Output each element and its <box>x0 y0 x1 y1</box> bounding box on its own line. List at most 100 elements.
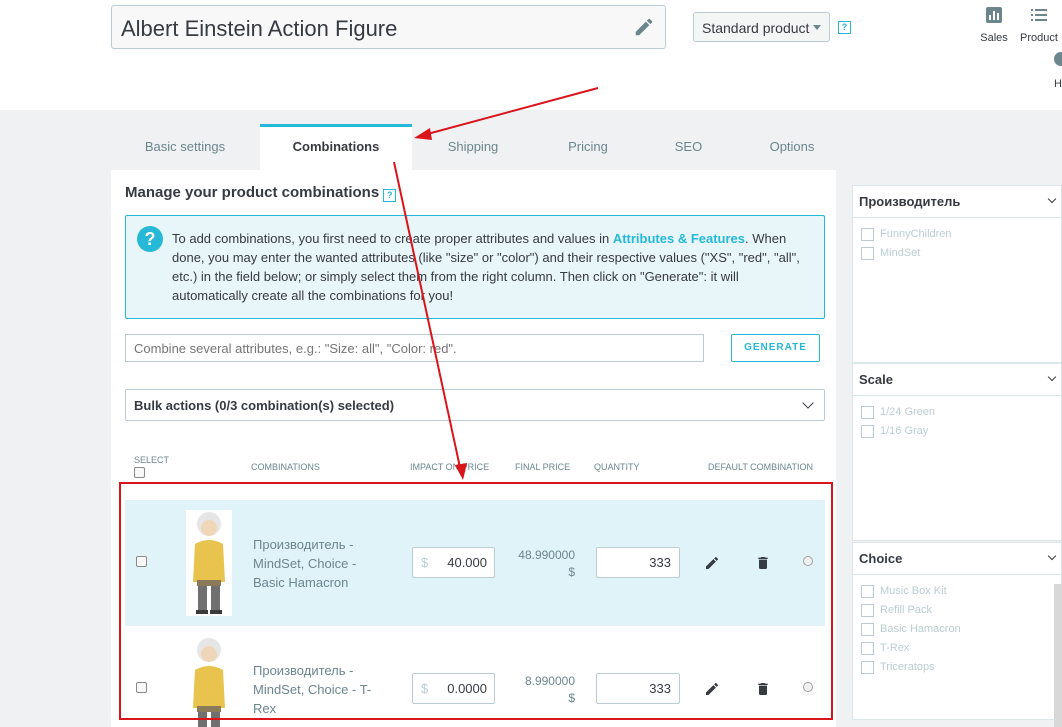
product-thumbnail <box>186 636 232 727</box>
chevron-down-icon <box>1047 372 1057 382</box>
product-list-button[interactable]: Product <box>1016 7 1062 44</box>
select-all-checkbox[interactable] <box>134 467 145 478</box>
filter-option[interactable]: 1/24 Green <box>853 404 1061 423</box>
pencil-icon[interactable] <box>704 555 720 571</box>
default-combination-radio[interactable] <box>803 682 813 692</box>
generate-button[interactable]: GENERATE <box>731 334 820 362</box>
row-checkbox[interactable] <box>136 556 147 567</box>
filter-option[interactable]: 1/16 Gray <box>853 423 1061 442</box>
sales-label: Sales <box>980 32 1008 44</box>
help-icon[interactable] <box>1054 52 1062 66</box>
header-default-combination: DEFAULT COMBINATION <box>708 462 814 472</box>
final-price-value: 48.990000 <box>518 548 575 562</box>
product-type-select[interactable]: Standard product <box>693 12 830 42</box>
list-icon <box>1031 9 1047 21</box>
filter-checkbox[interactable] <box>861 247 874 260</box>
tab-shipping[interactable]: Shipping <box>412 124 534 170</box>
impact-on-price-input[interactable]: $ 40.000 <box>412 547 495 578</box>
quantity-value: 333 <box>649 681 671 696</box>
final-price: 48.990000 $ <box>505 547 575 581</box>
info-icon: ? <box>137 226 163 252</box>
info-text: To add combinations, you first need to c… <box>172 229 812 305</box>
filter-option-label: Basic Hamacron <box>880 623 961 635</box>
filter-checkbox[interactable] <box>861 642 874 655</box>
combination-name: Производитель - MindSet, Choice - T-Rex <box>253 663 372 716</box>
attributes-features-link[interactable]: Attributes & Features <box>613 231 745 246</box>
page-title-text: Manage your product combinations <box>125 184 380 201</box>
filter-header[interactable]: Scale <box>853 364 1061 396</box>
quantity-input[interactable]: 333 <box>596 673 680 704</box>
scrollbar[interactable] <box>1054 584 1062 727</box>
filter-option-label: Music Box Kit <box>880 585 947 597</box>
filter-checkbox[interactable] <box>861 585 874 598</box>
filter-option[interactable]: Basic Hamacron <box>853 621 1061 640</box>
filter-option-label: MindSet <box>880 247 921 259</box>
filter-checkbox[interactable] <box>861 661 874 674</box>
filter-option[interactable]: Triceratops <box>853 659 1061 678</box>
filter-option-label: FunnyChildren <box>880 228 952 240</box>
question-icon[interactable]: ? <box>838 21 851 34</box>
filter-option[interactable]: FunnyChildren <box>853 226 1061 245</box>
table-row: Производитель - MindSet, Choice - T-Rex … <box>125 626 825 727</box>
bulk-actions-dropdown[interactable]: Bulk actions (0/3 combination(s) selecte… <box>125 389 825 421</box>
filter-checkbox[interactable] <box>861 406 874 419</box>
filter-checkbox[interactable] <box>861 425 874 438</box>
filter-option[interactable]: MindSet <box>853 245 1061 264</box>
pencil-icon[interactable] <box>704 681 720 697</box>
filter-checkbox[interactable] <box>861 228 874 241</box>
filter-title: Choice <box>859 551 903 566</box>
info-alert: ? To add combinations, you first need to… <box>125 215 825 319</box>
tab-options[interactable]: Options <box>735 124 849 170</box>
filter-option-label: Refill Pack <box>880 604 932 616</box>
bulk-actions-label: Bulk actions (0/3 combination(s) selecte… <box>134 398 395 413</box>
currency-symbol: $ <box>421 555 429 570</box>
sales-button[interactable]: Sales <box>980 7 1008 44</box>
filter-option-label: T-Rex <box>880 642 910 654</box>
product-title-field[interactable]: Albert Einstein Action Figure <box>111 5 666 49</box>
trash-icon[interactable] <box>755 681 771 697</box>
tab-seo[interactable]: SEO <box>642 124 735 170</box>
impact-on-price-input[interactable]: $ 0.0000 <box>412 673 495 704</box>
top-bar: Albert Einstein Action Figure Standard p… <box>0 0 1062 110</box>
filter-scale: Scale 1/24 Green 1/16 Gray <box>852 363 1062 541</box>
chevron-down-icon <box>1047 194 1057 204</box>
product-thumbnail <box>186 510 232 616</box>
chevron-down-icon <box>1047 551 1057 561</box>
filter-header[interactable]: Производитель <box>853 186 1061 218</box>
combination-name: Производитель - MindSet, Choice - Basic … <box>253 537 357 590</box>
chevron-down-icon <box>802 397 814 409</box>
quantity-input[interactable]: 333 <box>596 547 680 578</box>
product-title: Albert Einstein Action Figure <box>121 16 398 41</box>
final-price: 8.990000 $ <box>505 673 575 707</box>
product-tabs: Basic settings Combinations Shipping Pri… <box>111 124 836 170</box>
filter-checkbox[interactable] <box>861 604 874 617</box>
row-checkbox[interactable] <box>136 682 147 693</box>
tab-pricing[interactable]: Pricing <box>534 124 642 170</box>
table-row: Производитель - MindSet, Choice - Basic … <box>125 500 825 626</box>
filter-title: Производитель <box>859 194 961 209</box>
filter-option-label: 1/24 Green <box>880 406 936 418</box>
filter-option[interactable]: T-Rex <box>853 640 1061 659</box>
filter-option[interactable]: Refill Pack <box>853 602 1061 621</box>
currency-symbol: $ <box>421 681 429 696</box>
filter-choice: Choice Music Box Kit Refill Pack Basic H… <box>852 542 1062 720</box>
caret-down-icon <box>813 25 821 30</box>
default-combination-radio[interactable] <box>803 556 813 566</box>
filter-manufacturer: Производитель FunnyChildren MindSet <box>852 185 1062 363</box>
header-final-price: FINAL PRICE <box>515 462 571 472</box>
filter-option[interactable]: Music Box Kit <box>853 583 1061 602</box>
trash-icon[interactable] <box>755 555 771 571</box>
pencil-icon[interactable] <box>633 16 655 38</box>
tab-combinations[interactable]: Combinations <box>260 124 412 170</box>
final-price-value: 8.990000 <box>524 674 575 688</box>
filter-header[interactable]: Choice <box>853 543 1061 575</box>
help-label: H <box>1054 78 1062 90</box>
product-type-label: Standard product <box>702 20 810 36</box>
filter-checkbox[interactable] <box>861 623 874 636</box>
question-icon[interactable]: ? <box>383 189 397 202</box>
sales-icon <box>986 7 1002 23</box>
filter-option-label: 1/16 Gray <box>880 425 929 437</box>
header-quantity: QUANTITY <box>594 462 640 472</box>
combine-attributes-input[interactable] <box>125 334 704 362</box>
tab-basic-settings[interactable]: Basic settings <box>111 124 259 170</box>
